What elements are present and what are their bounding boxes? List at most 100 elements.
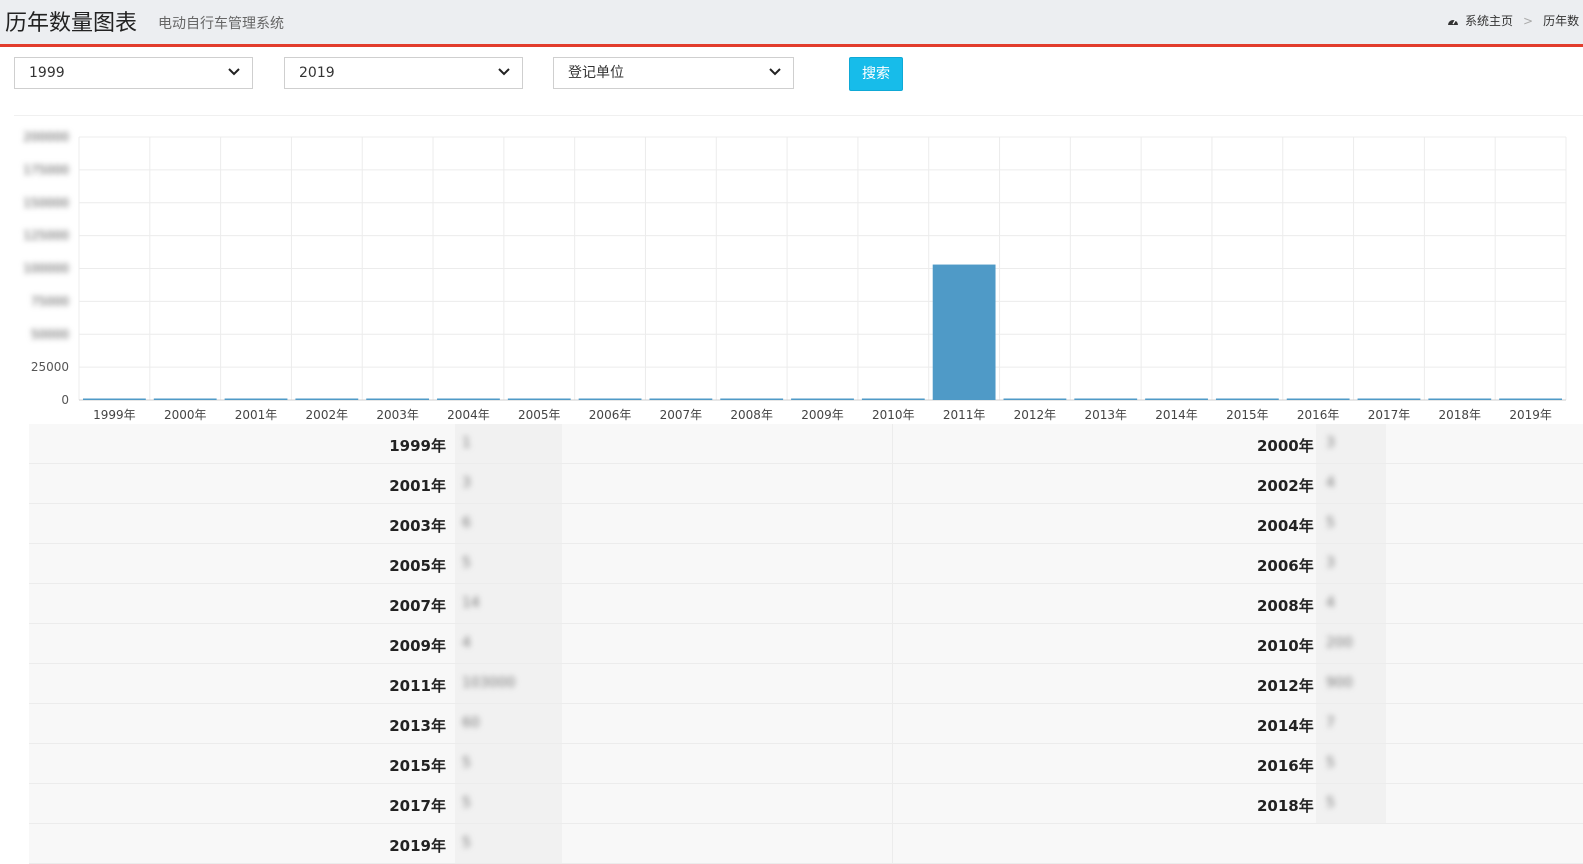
summary-table: 1999年 1 2000年 3 2001年 3 2002年 4 2003年 6 2004年 5 2005… (29, 424, 1583, 864)
summary-row: 2003年 6 2004年 5 (29, 504, 1583, 544)
summary-count-value: 3 (1326, 435, 1335, 451)
breadcrumb-home-link[interactable]: 系统主页 (1465, 12, 1513, 29)
summary-year-label: 2014年 (1257, 717, 1314, 735)
summary-cell: 2014年 7 (893, 704, 1583, 743)
chart-bar (1357, 398, 1421, 400)
summary-cell: 2019年 5 (29, 824, 893, 863)
summary-count-value: 900 (1326, 675, 1353, 691)
chart-bar (1145, 398, 1208, 400)
summary-year-label: 2005年 (389, 557, 446, 575)
summary-year-label: 2016年 (1257, 757, 1314, 775)
summary-cell: 2017年 5 (29, 784, 893, 823)
summary-cell: 2001年 3 (29, 464, 893, 503)
summary-cell: 2012年 900 (893, 664, 1583, 703)
summary-count-value: 7 (1326, 715, 1335, 731)
summary-count-value: 6 (462, 515, 471, 531)
summary-year-label: 2000年 (1257, 437, 1314, 455)
summary-cell: 1999年 1 (29, 424, 893, 463)
chart-bar (932, 264, 996, 400)
summary-count-value: 3 (1326, 555, 1335, 571)
x-tick-label: 2016年 (1297, 408, 1340, 422)
end-year-select[interactable]: 2019 (284, 57, 523, 89)
page-subtitle: 电动自行车管理系统 (158, 16, 284, 32)
summary-count-value: 4 (1326, 475, 1335, 491)
summary-cell: 2003年 6 (29, 504, 893, 543)
end-year-value: 2019 (299, 65, 335, 81)
unit-select[interactable]: 登记单位 (553, 57, 794, 89)
x-tick-label: 2008年 (730, 408, 773, 422)
summary-year-label: 2012年 (1257, 677, 1314, 695)
summary-cell: 2006年 3 (893, 544, 1583, 583)
chevron-down-icon (769, 68, 781, 76)
x-tick-label: 2011年 (943, 408, 986, 422)
page-title: 历年数量图表 (5, 11, 138, 36)
summary-count-value: 103000 (462, 675, 516, 691)
y-tick-label: 0 (61, 393, 69, 407)
summary-year-label: 2008年 (1257, 597, 1314, 615)
summary-cell: 2018年 5 (893, 784, 1583, 823)
y-tick-label: 200000 (23, 130, 69, 144)
y-tick-label: 50000 (31, 327, 69, 341)
chart-bar (1215, 398, 1279, 400)
summary-count-value: 3 (462, 475, 471, 491)
x-tick-label: 2017年 (1368, 408, 1411, 422)
summary-count-value: 1 (462, 435, 471, 451)
chart-bar (295, 398, 359, 400)
x-tick-label: 2009年 (801, 408, 844, 422)
x-tick-label: 2015年 (1226, 408, 1269, 422)
x-tick-label: 2005年 (518, 408, 561, 422)
summary-year-label: 2011年 (389, 677, 446, 695)
x-tick-label: 2001年 (235, 408, 278, 422)
filter-bar: 1999 2019 登记单位 搜索 (0, 57, 1583, 92)
value-box (455, 504, 562, 543)
breadcrumb-current: 历年数 (1543, 14, 1580, 28)
x-tick-label: 2003年 (376, 408, 419, 422)
x-tick-label: 2018年 (1439, 408, 1482, 422)
summary-cell: 2016年 5 (893, 744, 1583, 783)
chart-bar (507, 398, 571, 400)
x-tick-label: 1999年 (93, 408, 136, 422)
summary-year-label: 2018年 (1257, 797, 1314, 815)
unit-value: 登记单位 (568, 65, 624, 81)
value-box (455, 744, 562, 783)
value-box (455, 784, 562, 823)
summary-row: 2007年 14 2008年 4 (29, 584, 1583, 624)
breadcrumb: 系统主页 > 历年数 (1447, 12, 1579, 29)
summary-count-value: 200 (1326, 635, 1353, 651)
y-tick-label: 100000 (23, 262, 69, 276)
start-year-select[interactable]: 1999 (14, 57, 253, 89)
summary-count-value: 14 (462, 595, 480, 611)
summary-cell: 2010年 200 (893, 624, 1583, 663)
summary-cell: 2008年 4 (893, 584, 1583, 623)
divider (14, 115, 1583, 116)
summary-cell: 2004年 5 (893, 504, 1583, 543)
x-tick-label: 2013年 (1084, 408, 1127, 422)
summary-count-value: 4 (462, 635, 471, 651)
x-tick-label: 2010年 (872, 408, 915, 422)
summary-year-label: 2017年 (389, 797, 446, 815)
summary-row: 1999年 1 2000年 3 (29, 424, 1583, 464)
y-tick-label: 125000 (23, 229, 69, 243)
summary-cell: 2015年 5 (29, 744, 893, 783)
chart-bar (1428, 398, 1492, 400)
chart-bar (1286, 398, 1350, 400)
summary-cell: 2002年 4 (893, 464, 1583, 503)
x-tick-label: 2000年 (164, 408, 207, 422)
summary-count-value: 5 (462, 795, 471, 811)
summary-cell: 2007年 14 (29, 584, 893, 623)
summary-year-label: 2010年 (1257, 637, 1314, 655)
summary-row: 2019年 5 (29, 824, 1583, 864)
chart-bar (720, 398, 784, 400)
y-tick-label: 25000 (31, 360, 69, 374)
search-button[interactable]: 搜索 (849, 57, 903, 91)
yearly-count-bar-chart: 0 25000 50000 75000 100000 125000 150000 175000… (23, 130, 1567, 422)
summary-count-value: 5 (462, 555, 471, 571)
summary-year-label: 2003年 (389, 517, 446, 535)
summary-row: 2001年 3 2002年 4 (29, 464, 1583, 504)
chevron-down-icon (498, 68, 510, 76)
summary-cell: 2009年 4 (29, 624, 893, 663)
x-tick-label: 2004年 (447, 408, 490, 422)
summary-cell: 2005年 5 (29, 544, 893, 583)
chart-bar (1499, 398, 1562, 400)
value-box (455, 824, 562, 863)
